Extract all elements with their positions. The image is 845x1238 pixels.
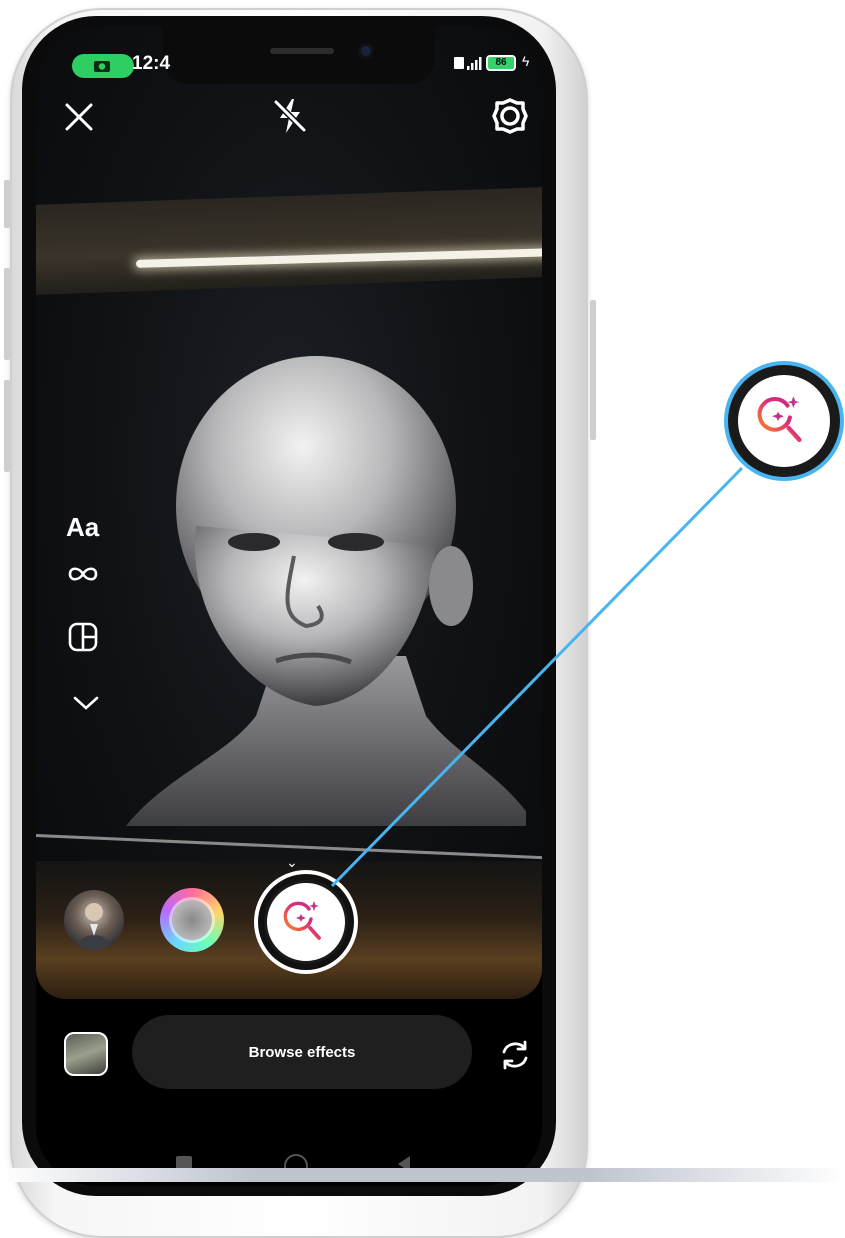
text-tool-button[interactable]: Aa xyxy=(66,512,99,543)
close-icon[interactable] xyxy=(64,102,94,132)
callout-zoom-badge xyxy=(728,365,840,477)
front-camera xyxy=(358,43,374,59)
phone-volume-down xyxy=(4,380,10,472)
phone-volume-up xyxy=(4,268,10,360)
status-time: 12:4 xyxy=(132,53,171,74)
phone-power-button xyxy=(590,300,596,440)
chevron-down-icon[interactable] xyxy=(72,694,100,712)
shutter-inner xyxy=(264,880,348,964)
ceiling xyxy=(36,187,542,295)
floor-shadow xyxy=(0,1168,845,1182)
sparkle-search-icon xyxy=(283,901,321,940)
browse-effects-button[interactable]: Browse effects xyxy=(132,1015,472,1089)
callout-inner xyxy=(738,375,830,467)
phone-side-button xyxy=(4,180,10,228)
camera-indicator-icon xyxy=(72,54,134,78)
flip-camera-icon[interactable] xyxy=(498,1038,532,1072)
settings-gear-icon[interactable] xyxy=(490,96,530,136)
search-effects-shutter[interactable] xyxy=(258,874,354,970)
sculpted-head-image xyxy=(126,356,526,826)
layout-icon[interactable] xyxy=(68,622,98,652)
infinity-icon[interactable] xyxy=(66,563,100,585)
ring-effect[interactable] xyxy=(160,888,224,952)
earpiece-speaker xyxy=(270,48,334,54)
sparkle-search-icon xyxy=(757,396,802,443)
charging-icon: ϟ xyxy=(522,53,530,69)
signal-icon xyxy=(454,57,482,70)
battery-indicator: 86 xyxy=(486,55,516,71)
flash-off-icon[interactable] xyxy=(272,96,308,136)
phone-screen: 12:4 86 ϟ Aa ⌄ Browse effects xyxy=(36,26,542,1186)
avatar-effect[interactable] xyxy=(64,890,124,950)
phone-notch xyxy=(163,26,435,84)
tray-handle-icon[interactable]: ⌄ xyxy=(286,854,298,871)
gallery-thumbnail[interactable] xyxy=(64,1032,108,1076)
